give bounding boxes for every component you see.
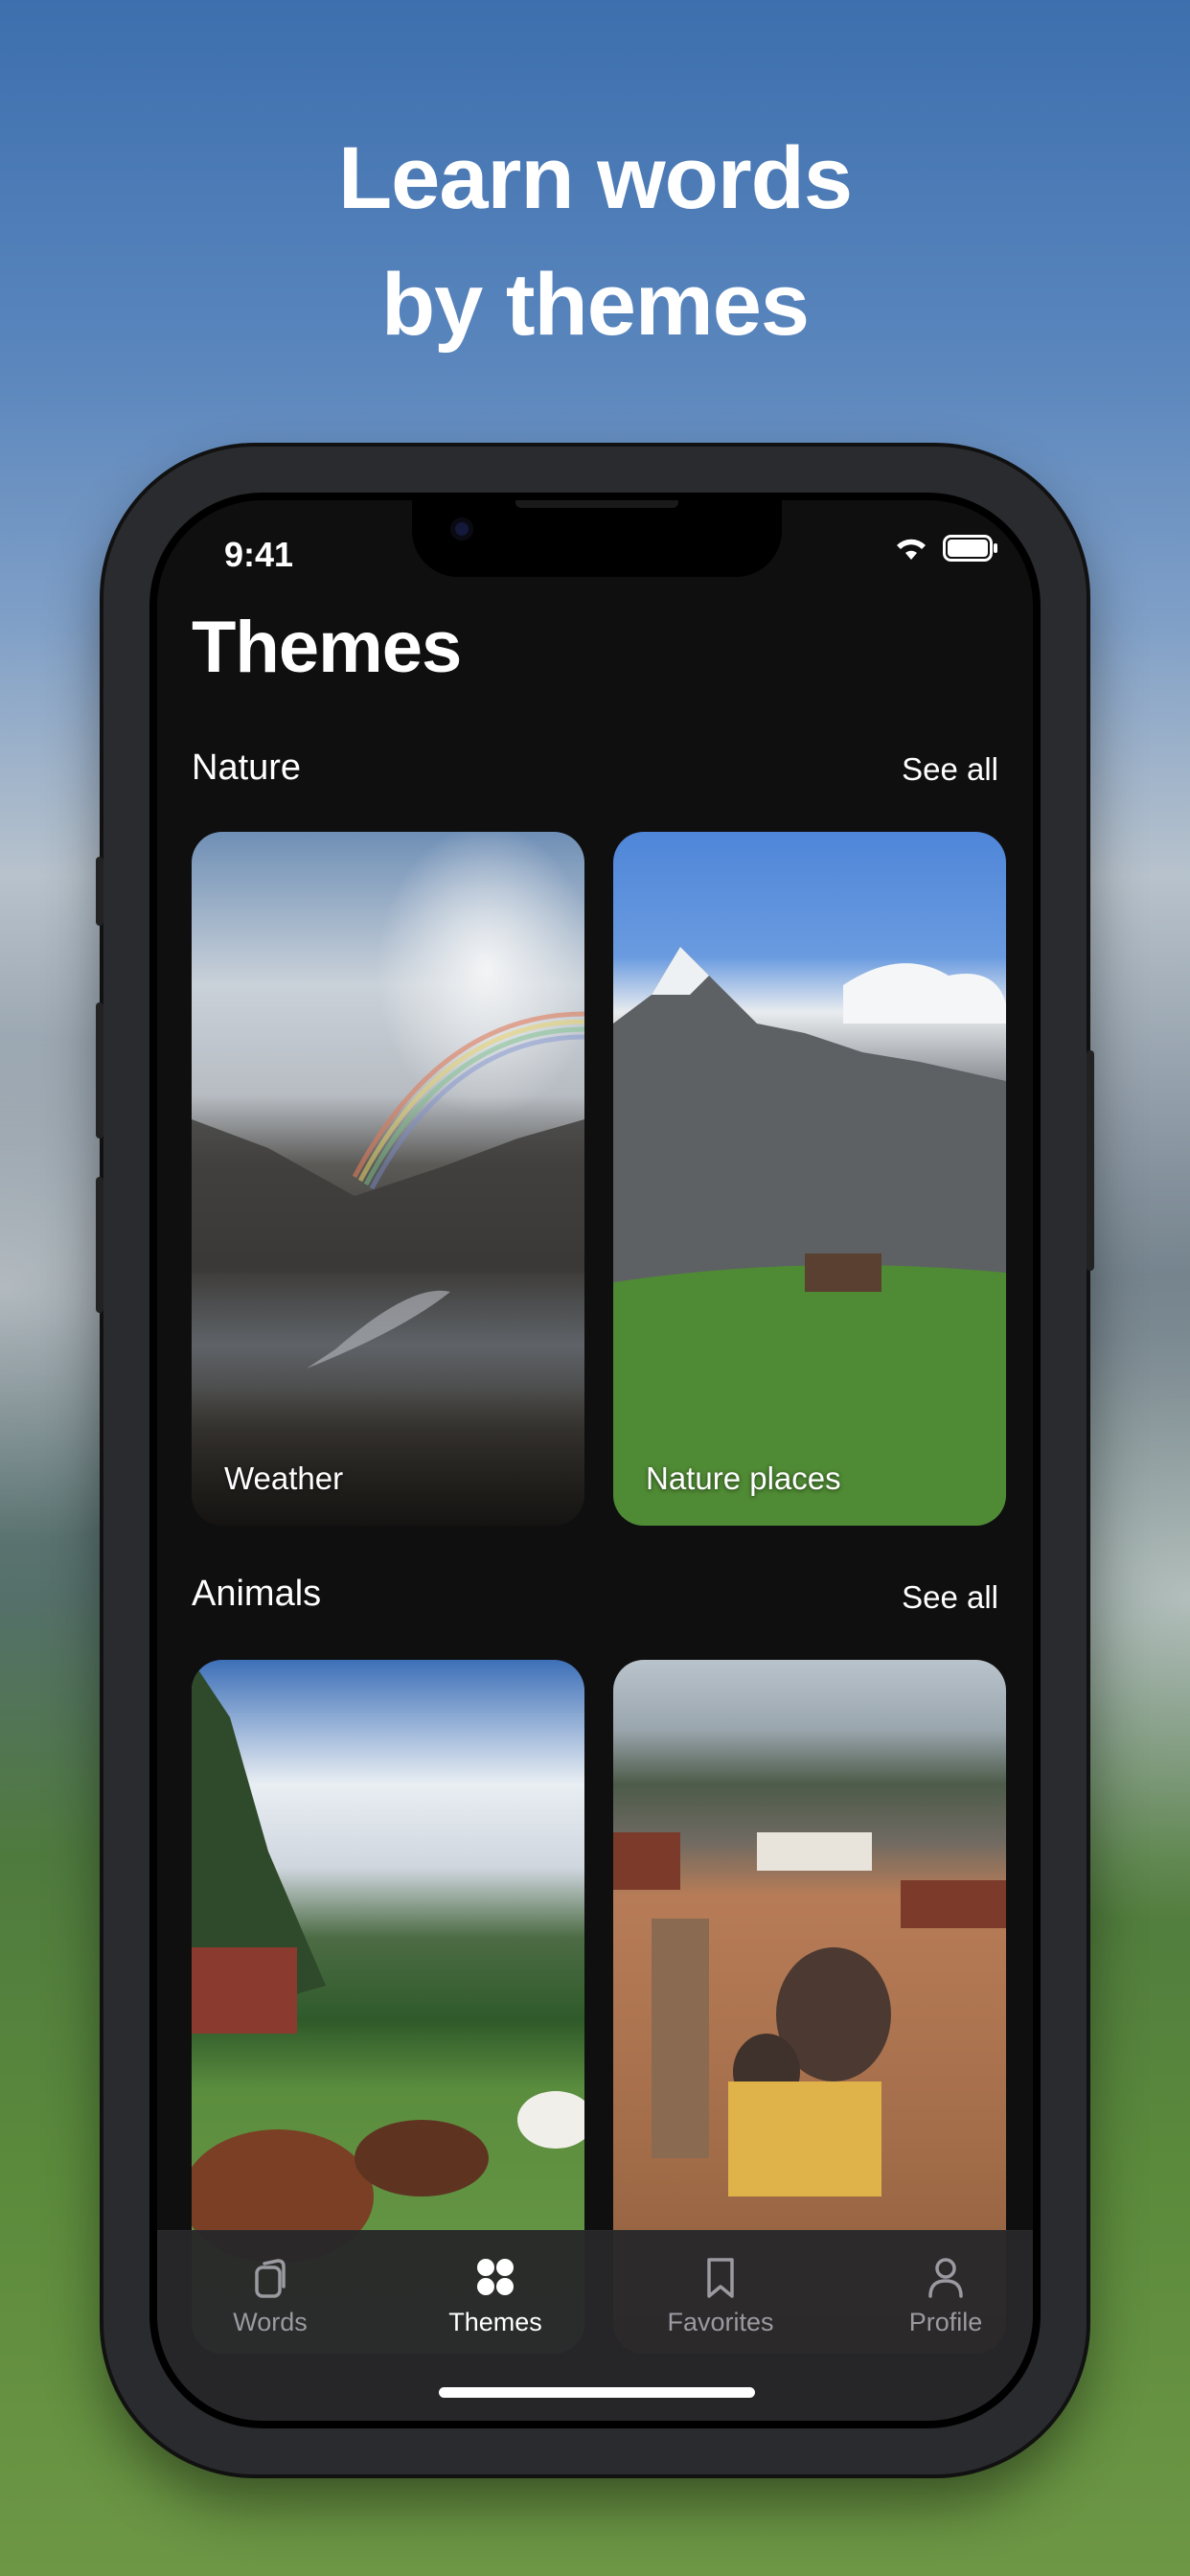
battery-icon [943,535,997,562]
phone-volume-up [96,1002,103,1138]
tab-favorites[interactable]: Favorites [625,2252,816,2337]
tab-themes[interactable]: Themes [400,2252,591,2337]
status-icons [893,535,998,562]
theme-card-nature-places[interactable]: Nature places [613,832,1006,1526]
headline: Learn words by themes [0,115,1190,368]
notch [412,500,782,577]
page-title: Themes [192,607,462,688]
tab-profile[interactable]: Profile [850,2252,1033,2337]
headline-line-2: by themes [380,256,810,354]
tab-words[interactable]: Words [174,2252,366,2337]
status-time: 9:41 [224,535,294,574]
wifi-icon [897,539,926,560]
see-all-animals-button[interactable]: See all [902,1579,998,1616]
phone-bezel: 9:41 Themes Nature See all Weather Natur… [149,493,1041,2428]
mountain-graphic [613,947,1006,1526]
earpiece-speaker [515,500,678,508]
phone-volume-down [96,1177,103,1313]
section-title-animals: Animals [192,1574,322,1614]
app-screen: 9:41 Themes Nature See all Weather Natur… [157,500,1033,2421]
card-label: Weather [224,1460,344,1496]
home-indicator [439,2387,755,2398]
rainbow-graphic [192,1011,584,1368]
phone-power-button [1087,1050,1094,1271]
tab-label: Favorites [667,2308,774,2336]
person-icon [928,2258,963,2298]
theme-card-weather[interactable]: Weather [192,832,584,1526]
tab-label: Words [233,2308,308,2336]
section-title-nature: Nature [192,748,302,788]
card-label: Nature places [646,1460,841,1496]
tab-label: Themes [448,2308,542,2336]
grid-dots-icon [477,2259,514,2295]
headline-line-1: Learn words [337,129,853,227]
bookmark-icon [707,2258,734,2298]
phone-silent-switch [96,857,103,926]
cards-icon [255,2259,286,2298]
front-camera [450,518,473,540]
see-all-nature-button[interactable]: See all [902,751,998,788]
tab-bar: Words Themes Favorites Profile [157,2230,1033,2421]
phone-mockup: 9:41 Themes Nature See all Weather Natur… [96,447,1094,2474]
tab-label: Profile [908,2308,983,2336]
